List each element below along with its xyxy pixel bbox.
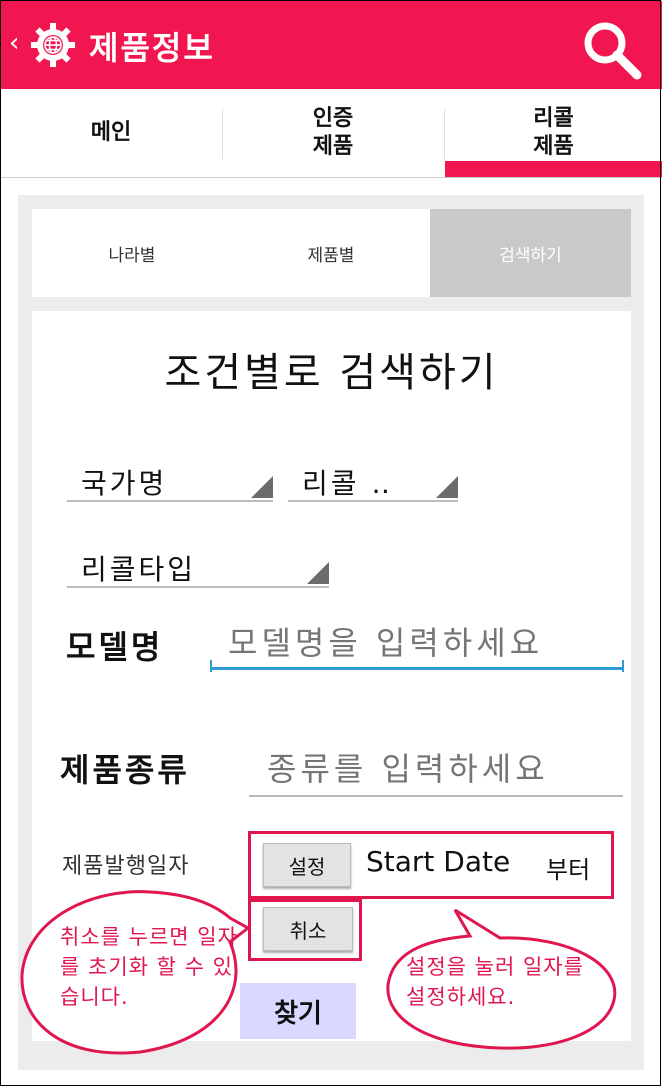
left-bubble-text: 취소를 누르면 일자를 초기화 할 수 있습니다. <box>60 925 238 1009</box>
right-bubble-text: 설정을 눌러 일자를 설정하세요. <box>406 955 584 1009</box>
find-button[interactable]: 찾기 <box>240 983 356 1039</box>
